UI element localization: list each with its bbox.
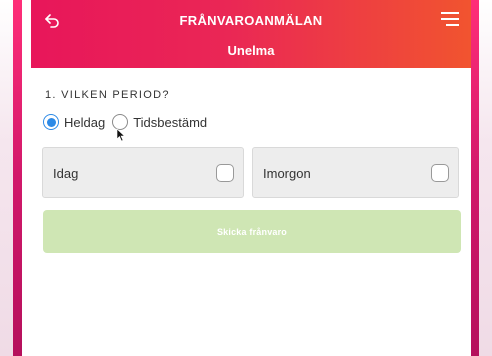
- day-today-checkbox[interactable]: [216, 164, 234, 182]
- period-question: 1. VILKEN PERIOD?: [45, 89, 170, 101]
- app-screen: FRÅNVAROANMÄLAN Unelma 1. VILKEN PERIOD?…: [31, 0, 471, 356]
- radio-tidsbestamd-label: Tidsbestämd: [133, 114, 208, 130]
- radio-option-tidsbestamd[interactable]: Tidsbestämd: [112, 114, 207, 130]
- day-option-tomorrow[interactable]: Imorgon: [252, 147, 459, 198]
- day-tomorrow-checkbox[interactable]: [431, 164, 449, 182]
- submit-absence-button[interactable]: Skicka frånvaro: [43, 210, 461, 253]
- page-title: FRÅNVAROANMÄLAN: [179, 13, 323, 28]
- child-name: Unelma: [227, 43, 275, 58]
- radio-option-heldag[interactable]: Heldag: [43, 114, 105, 130]
- radio-heldag-label: Heldag: [64, 114, 106, 130]
- period-radio-group: Heldag Tidsbestämd: [43, 112, 214, 132]
- header: FRÅNVAROANMÄLAN Unelma: [31, 0, 471, 68]
- frame-left: [0, 0, 22, 356]
- day-today-label: Idag: [53, 166, 79, 181]
- day-tomorrow-label: Imorgon: [263, 166, 311, 181]
- frame-right: [470, 0, 492, 356]
- radio-heldag[interactable]: [43, 114, 59, 130]
- day-option-today[interactable]: Idag: [42, 147, 244, 198]
- mouse-cursor-icon: [116, 128, 126, 142]
- hamburger-menu-icon[interactable]: [441, 12, 459, 28]
